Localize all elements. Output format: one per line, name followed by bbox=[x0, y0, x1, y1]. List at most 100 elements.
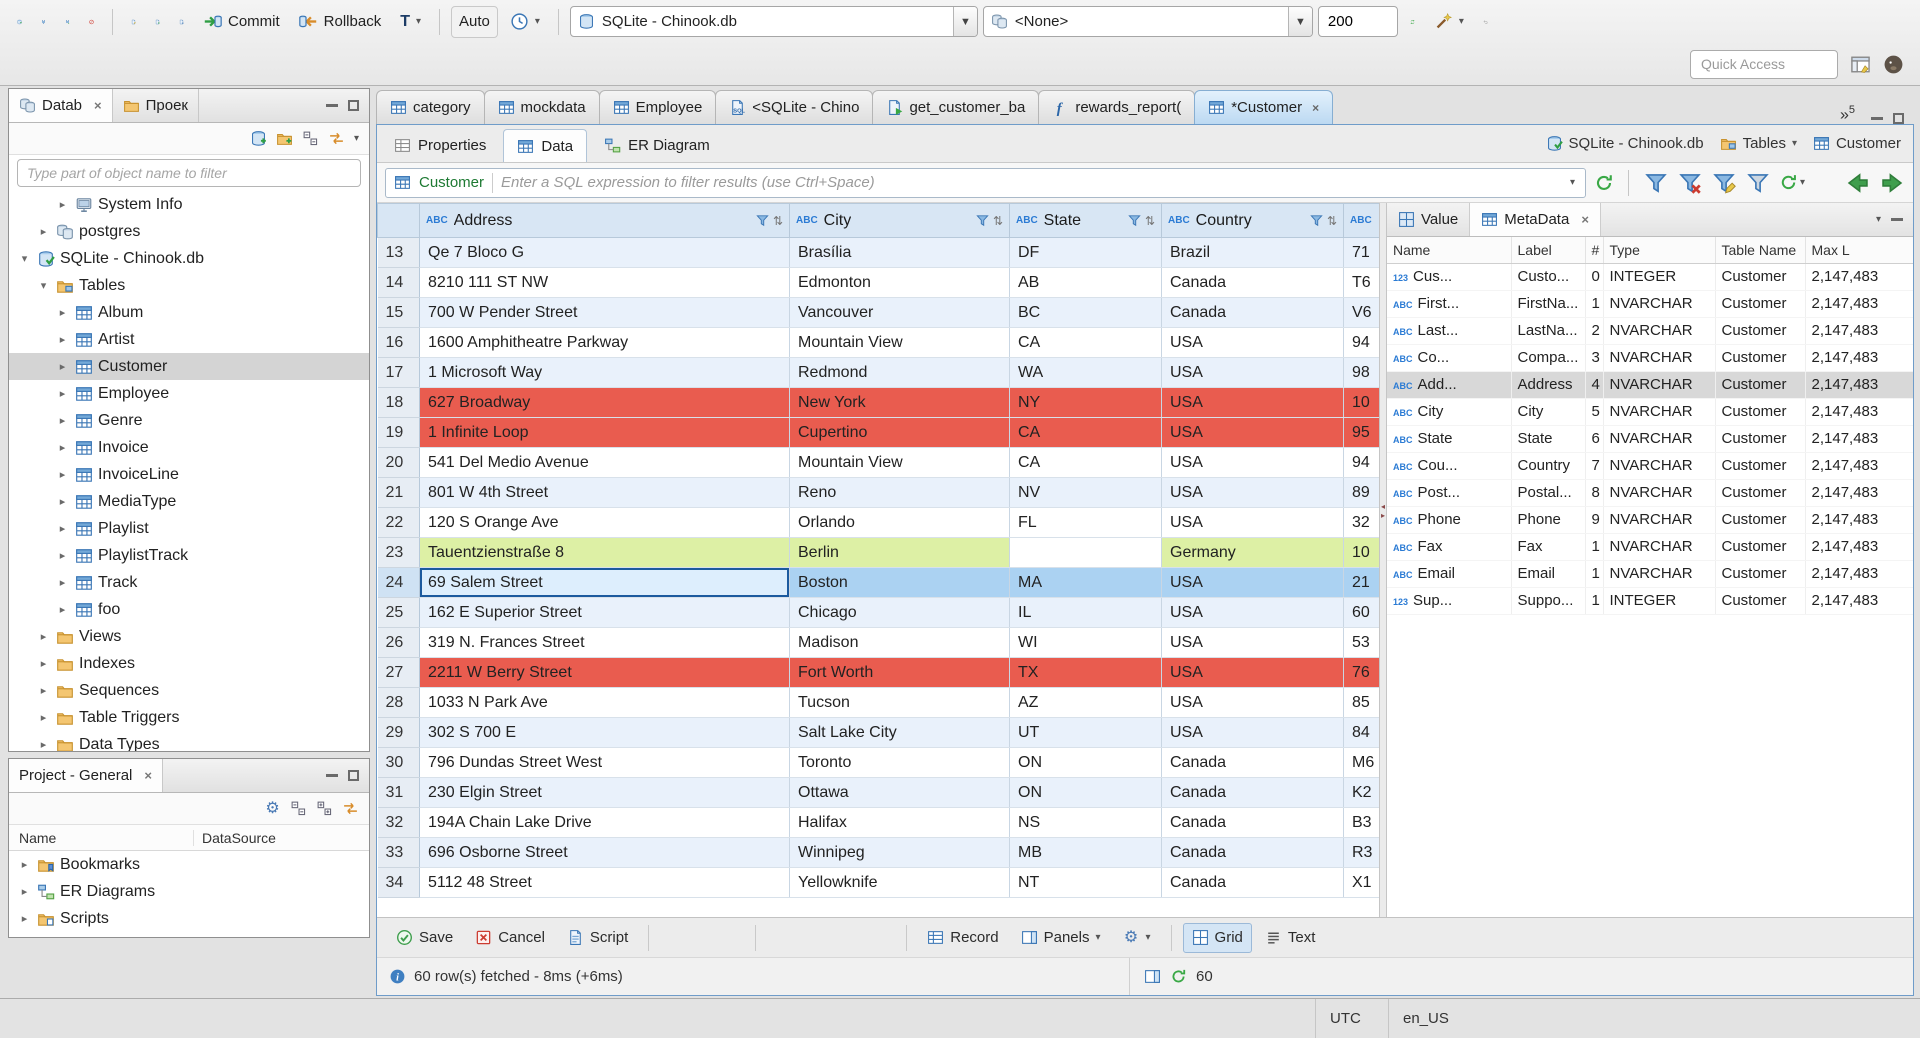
grid-cell[interactable]: 696 Osborne Street bbox=[419, 837, 790, 868]
breadcrumb-container[interactable]: Tables ▾ bbox=[1720, 135, 1797, 152]
text-view-button[interactable]: Text bbox=[1256, 923, 1325, 953]
metadata-table[interactable]: Customer bbox=[1715, 290, 1806, 318]
new-sql-editor-icon[interactable] bbox=[148, 6, 167, 38]
row-number[interactable]: 22 bbox=[377, 507, 420, 538]
new-connection-icon[interactable] bbox=[250, 130, 267, 147]
grid-cell[interactable]: 1033 N Park Ave bbox=[419, 687, 790, 718]
grid-cell[interactable]: X1 bbox=[1343, 867, 1379, 898]
grid-cell[interactable]: USA bbox=[1161, 447, 1344, 478]
column-header-city[interactable]: ABC City ⇅ bbox=[789, 203, 1010, 238]
grid-cell[interactable]: Canada bbox=[1161, 867, 1344, 898]
expander-icon[interactable]: ▸ bbox=[36, 738, 51, 751]
tree-item-foo[interactable]: ▸ foo bbox=[9, 596, 369, 623]
grid-cell[interactable]: MA bbox=[1009, 567, 1162, 598]
close-icon[interactable]: × bbox=[1581, 212, 1589, 227]
editor-tab-sqlite-chino[interactable]: SQL <SQLite - Chino bbox=[715, 90, 874, 124]
column-header-datasource[interactable]: DataSource bbox=[194, 830, 276, 846]
row-number[interactable]: 19 bbox=[377, 417, 420, 448]
expand-all-icon[interactable] bbox=[316, 800, 333, 817]
metadata-name[interactable]: ABC Email bbox=[1387, 560, 1512, 588]
grid-cell[interactable]: Chicago bbox=[789, 597, 1010, 628]
metadata-name[interactable]: ABC State bbox=[1387, 425, 1512, 453]
sync-icon[interactable] bbox=[1403, 6, 1422, 38]
grid-cell[interactable]: 69 Salem Street bbox=[419, 567, 790, 598]
grid-cell[interactable]: Edmonton bbox=[789, 267, 1010, 298]
metadata-row-state[interactable]: ABC State State 6 NVARCHAR Customer 2,147,483 bbox=[1387, 425, 1913, 453]
row-number[interactable]: 31 bbox=[377, 777, 420, 808]
metadata-ordinal[interactable]: 1 bbox=[1585, 587, 1604, 615]
quick-access-input[interactable] bbox=[1690, 49, 1838, 79]
metadata-label[interactable]: State bbox=[1511, 425, 1586, 453]
metadata-row-sup[interactable]: 123 Sup... Suppo... 1 INTEGER Customer 2,147,4… bbox=[1387, 587, 1913, 615]
collapse-all-icon[interactable] bbox=[302, 130, 319, 147]
metadata-table[interactable]: Customer bbox=[1715, 479, 1806, 507]
grid-cell[interactable]: ON bbox=[1009, 777, 1162, 808]
metadata-maxlength[interactable]: 2,147,483 bbox=[1805, 317, 1913, 345]
row-number[interactable]: 21 bbox=[377, 477, 420, 508]
tree-item-sqlite-chinook-db[interactable]: ▾ SQLite - Chinook.db bbox=[9, 245, 369, 272]
tree-item-playlisttrack[interactable]: ▸ PlaylistTrack bbox=[9, 542, 369, 569]
grid-cell[interactable]: 1 Microsoft Way bbox=[419, 357, 790, 388]
metadata-type[interactable]: NVARCHAR bbox=[1603, 560, 1716, 588]
metadata-table[interactable]: Customer bbox=[1715, 263, 1806, 291]
chevron-down-icon[interactable]: ▼ bbox=[952, 7, 977, 36]
column-header-state[interactable]: ABC State ⇅ bbox=[1009, 203, 1162, 238]
grid-cell[interactable]: Mountain View bbox=[789, 447, 1010, 478]
expander-icon[interactable]: ▸ bbox=[17, 858, 32, 871]
new-folder-icon[interactable] bbox=[276, 130, 293, 147]
maximize-icon[interactable] bbox=[348, 770, 359, 781]
grid-cell[interactable]: 541 Del Medio Avenue bbox=[419, 447, 790, 478]
minimize-icon[interactable] bbox=[1871, 117, 1883, 120]
grid-cell[interactable]: Canada bbox=[1161, 297, 1344, 328]
magic-wand-button[interactable]: ▾ bbox=[1427, 6, 1471, 38]
tab-er-diagram[interactable]: ER Diagram bbox=[590, 129, 724, 162]
expander-icon[interactable]: ▾ bbox=[36, 279, 51, 292]
panel-splitter[interactable]: ◂ ▸ bbox=[1379, 203, 1387, 917]
column-header-country[interactable]: ABC Country ⇅ bbox=[1161, 203, 1344, 238]
expander-icon[interactable]: ▸ bbox=[55, 198, 70, 211]
metadata-row-post[interactable]: ABC Post... Postal... 8 NVARCHAR Customer 2,14… bbox=[1387, 479, 1913, 507]
expander-icon[interactable]: ▸ bbox=[55, 603, 70, 616]
grid-cell[interactable]: AB bbox=[1009, 267, 1162, 298]
timezone-indicator[interactable]: UTC bbox=[1315, 999, 1375, 1038]
grid-cell[interactable]: 627 Broadway bbox=[419, 387, 790, 418]
grid-cell[interactable]: 84 bbox=[1343, 717, 1379, 748]
project-item-scripts[interactable]: ▸ Scripts bbox=[9, 905, 369, 932]
metadata-label[interactable]: Address bbox=[1511, 371, 1586, 399]
expander-icon[interactable]: ▸ bbox=[36, 630, 51, 643]
grid-cell[interactable]: 194A Chain Lake Drive bbox=[419, 807, 790, 838]
grid-cell[interactable]: USA bbox=[1161, 417, 1344, 448]
history-back-icon[interactable] bbox=[1845, 170, 1871, 196]
grid-cell[interactable]: 60 bbox=[1343, 597, 1379, 628]
grid-cell[interactable]: 796 Dundas Street West bbox=[419, 747, 790, 778]
grid-cell[interactable]: 162 E Superior Street bbox=[419, 597, 790, 628]
metadata-name[interactable]: ABC First... bbox=[1387, 290, 1512, 318]
metadata-label[interactable]: FirstNa... bbox=[1511, 290, 1586, 318]
metadata-type[interactable]: NVARCHAR bbox=[1603, 371, 1716, 399]
expander-icon[interactable]: ▸ bbox=[36, 711, 51, 724]
sql-editor-icon[interactable] bbox=[124, 6, 143, 38]
row-number[interactable]: 16 bbox=[377, 327, 420, 358]
row-number[interactable]: 15 bbox=[377, 297, 420, 328]
metadata-maxlength[interactable]: 2,147,483 bbox=[1805, 506, 1913, 534]
grid-cell[interactable]: Tucson bbox=[789, 687, 1010, 718]
metadata-ordinal[interactable]: 7 bbox=[1585, 452, 1604, 480]
metadata-maxlength[interactable]: 2,147,483 bbox=[1805, 560, 1913, 588]
metadata-type[interactable]: NVARCHAR bbox=[1603, 290, 1716, 318]
metadata-maxlength[interactable]: 2,147,483 bbox=[1805, 587, 1913, 615]
metadata-maxlength[interactable]: 2,147,483 bbox=[1805, 290, 1913, 318]
grid-cell[interactable]: R3 bbox=[1343, 837, 1379, 868]
view-menu-icon[interactable]: ▾ bbox=[1876, 214, 1881, 225]
grid-cell[interactable]: 1600 Amphitheatre Parkway bbox=[419, 327, 790, 358]
metadata-column-label[interactable]: Label bbox=[1511, 237, 1586, 264]
expander-icon[interactable]: ▸ bbox=[55, 360, 70, 373]
row-number[interactable]: 24 bbox=[377, 567, 420, 598]
previous-row-icon[interactable] bbox=[789, 923, 807, 953]
breadcrumb-entity[interactable]: Customer bbox=[1813, 135, 1901, 152]
grid-cell[interactable]: Qe 7 Bloco G bbox=[419, 237, 790, 268]
grid-cell[interactable] bbox=[1009, 537, 1162, 568]
metadata-table[interactable]: Customer bbox=[1715, 533, 1806, 561]
metadata-label[interactable]: Compa... bbox=[1511, 344, 1586, 372]
metadata-column-type[interactable]: Type bbox=[1603, 237, 1716, 264]
row-number[interactable]: 28 bbox=[377, 687, 420, 718]
